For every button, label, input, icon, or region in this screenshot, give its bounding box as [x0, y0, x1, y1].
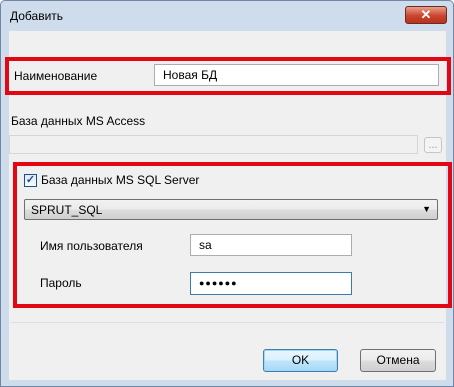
dialog-window: Добавить ✕ Наименование Новая БД База да… — [0, 0, 454, 387]
name-input[interactable]: Новая БД — [154, 64, 439, 86]
sql-server-checkbox[interactable]: ✓ — [24, 174, 37, 187]
cancel-button[interactable]: Отмена — [360, 349, 436, 372]
server-select[interactable]: SPRUT_SQL ▼ — [24, 199, 438, 220]
password-input[interactable]: ●●●●●● — [190, 272, 352, 295]
ok-button[interactable]: OK — [263, 349, 338, 372]
dialog-title: Добавить — [10, 9, 64, 23]
username-label: Имя пользователя — [40, 239, 143, 253]
browse-button[interactable]: ... — [424, 137, 442, 153]
name-label: Наименование — [14, 69, 98, 83]
server-select-value: SPRUT_SQL — [31, 203, 103, 217]
access-label: База данных MS Access — [11, 114, 146, 128]
chevron-down-icon: ▼ — [422, 204, 431, 214]
access-path-input — [9, 135, 418, 154]
title-bar[interactable]: Добавить ✕ — [1, 1, 453, 31]
close-icon: ✕ — [420, 7, 432, 22]
dialog-client-area: Наименование Новая БД База данных MS Acc… — [9, 31, 446, 380]
password-label: Пароль — [40, 276, 82, 290]
group-divider — [11, 322, 444, 323]
username-input[interactable]: sa — [190, 234, 352, 256]
sql-server-checkbox-label[interactable]: База данных MS SQL Server — [41, 173, 199, 187]
close-button[interactable]: ✕ — [405, 6, 447, 24]
